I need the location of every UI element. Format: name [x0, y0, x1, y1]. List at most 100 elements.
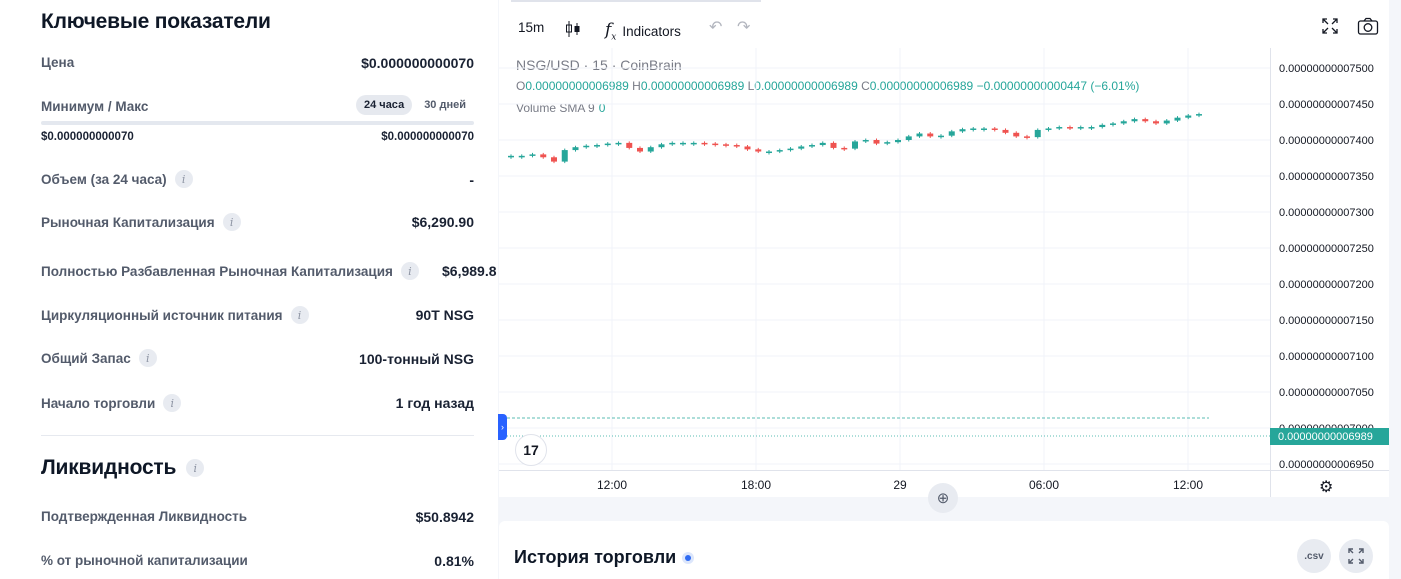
tradingview-logo[interactable]: 17: [515, 434, 547, 466]
divider: [41, 435, 474, 436]
candle: [895, 140, 901, 143]
volume-value: -: [469, 172, 474, 188]
candle: [916, 133, 923, 137]
x-tick-label: 12:00: [1173, 478, 1203, 492]
candle: [1185, 115, 1192, 118]
y-tick-label: 0.00000000007250: [1279, 243, 1374, 255]
x-tick-label: 06:00: [1029, 478, 1059, 492]
candle: [852, 141, 858, 149]
circulating-label: Циркуляционный источник питания i: [41, 306, 309, 324]
confirmed-liquidity-label: Подтвержденная Ликвидность: [41, 509, 248, 524]
circulating-value: 90T NSG: [415, 307, 474, 323]
y-tick-label: 0.00000000007200: [1279, 279, 1374, 291]
candle: [518, 155, 525, 158]
range-tabs: 24 часа 30 дней: [356, 95, 474, 115]
candle: [981, 128, 987, 130]
candle: [658, 144, 665, 148]
candle: [508, 155, 514, 158]
y-tick-label: 0.00000000007350: [1279, 171, 1374, 183]
candle: [884, 142, 891, 144]
candle: [1196, 114, 1202, 116]
last-price-badge: 0.00000000006989: [1270, 428, 1389, 445]
pct-market-cap-label: % от рыночной капитализации: [41, 553, 248, 568]
candle: [1120, 121, 1127, 124]
candle: [927, 133, 934, 137]
trade-history-card: История торговли .csv: [499, 521, 1389, 579]
candle: [938, 135, 944, 138]
info-icon[interactable]: i: [222, 213, 241, 231]
y-tick-label: 0.00000000007150: [1279, 315, 1374, 327]
candle: [862, 140, 869, 142]
volume-label: Объем (за 24 часа) i: [41, 170, 193, 188]
candle: [755, 149, 762, 152]
candle: [1034, 129, 1041, 138]
candle: [744, 146, 751, 150]
total-supply-value: 100-тонный NSG: [359, 351, 474, 367]
y-tick-label: 0.00000000007500: [1279, 63, 1374, 75]
live-indicator-icon: [682, 551, 695, 564]
candle: [798, 146, 805, 149]
candle: [1163, 120, 1170, 124]
candle: [680, 142, 686, 145]
info-icon[interactable]: i: [174, 170, 193, 188]
candle: [647, 147, 654, 152]
expand-icon[interactable]: [1339, 539, 1373, 573]
candle: [637, 147, 643, 152]
info-icon[interactable]: i: [186, 459, 205, 477]
candle: [626, 142, 633, 148]
candle: [540, 154, 547, 158]
tab-24h[interactable]: 24 часа: [356, 95, 413, 115]
info-icon[interactable]: i: [400, 262, 419, 280]
trading-start-label: Начало торговли i: [41, 394, 182, 412]
trading-start-value: 1 год назад: [395, 395, 474, 411]
tab-30d[interactable]: 30 дней: [416, 95, 474, 115]
candlestick-chart[interactable]: 0.00000000007500 0.00000000007450 0.000000…: [499, 0, 1389, 497]
candle: [1142, 119, 1149, 122]
info-icon[interactable]: i: [290, 306, 309, 324]
candle: [1056, 127, 1063, 129]
candle: [1131, 119, 1138, 122]
candle: [712, 143, 719, 146]
candle: [1099, 124, 1106, 128]
pct-market-cap-value: 0.81%: [434, 553, 474, 569]
candle: [809, 145, 815, 147]
side-panel-handle[interactable]: ›: [498, 414, 507, 440]
range-bar: [41, 121, 474, 125]
fdv-value: $6,989.8: [442, 263, 497, 279]
candle: [1045, 128, 1052, 130]
price-label: Цена: [41, 55, 75, 70]
candle: [1002, 129, 1009, 133]
candle: [701, 142, 708, 145]
candle: [615, 142, 622, 145]
x-tick-label: 18:00: [741, 478, 771, 492]
candle: [1077, 127, 1084, 129]
info-icon[interactable]: i: [163, 394, 182, 412]
gear-icon[interactable]: ⚙: [1319, 477, 1333, 497]
liquidity-title: Ликвидность i: [41, 456, 205, 480]
csv-export-button[interactable]: .csv: [1297, 539, 1331, 573]
price-value: $0.000000000070: [361, 55, 474, 71]
candle: [583, 145, 590, 148]
candle: [991, 128, 998, 130]
y-tick-label: 0.00000000007450: [1279, 99, 1374, 111]
candle: [604, 143, 611, 146]
candle: [551, 157, 557, 162]
candle: [561, 150, 568, 162]
candle: [1024, 136, 1030, 138]
candle: [1153, 121, 1159, 124]
x-tick-label: 12:00: [597, 478, 627, 492]
reset-chart-button[interactable]: ⊕: [928, 483, 958, 513]
candle: [787, 148, 794, 151]
candle: [594, 145, 600, 147]
minmax-label: Минимум / Макс: [41, 99, 149, 114]
info-icon[interactable]: i: [138, 349, 157, 367]
candle: [830, 142, 837, 148]
range-max-value: $0.000000000070: [381, 131, 474, 143]
trade-history-title: История торговли: [514, 547, 695, 568]
candle: [776, 150, 783, 152]
candle: [948, 131, 955, 136]
candle: [669, 142, 676, 145]
candle: [690, 142, 697, 145]
candle: [959, 129, 966, 132]
candle: [766, 151, 772, 154]
